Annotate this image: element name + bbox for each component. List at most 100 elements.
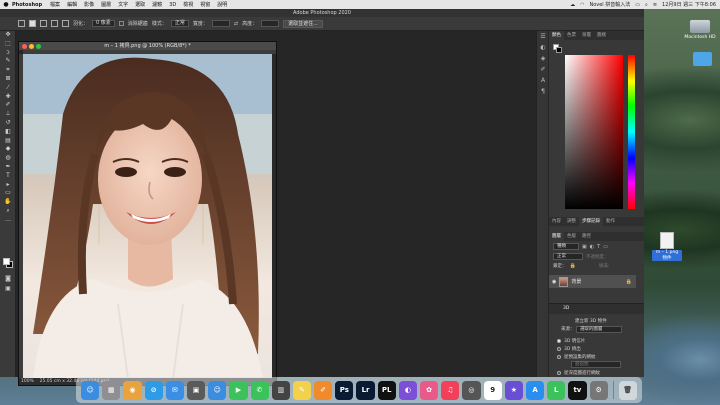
panel-character-icon[interactable]: A [537,75,549,86]
dock-siri-icon[interactable]: ◐ [398,380,417,400]
dock-calendar-icon[interactable]: 9 [483,380,502,400]
app-menu[interactable]: Photoshop [12,2,42,8]
foreground-color-swatch[interactable] [3,258,10,265]
style-select[interactable]: 正常 [170,20,189,27]
quick-mask-icon[interactable]: ◙ [0,275,16,284]
hue-slider[interactable] [628,55,635,209]
lasso-tool-icon[interactable]: ↄ [0,49,16,58]
panel-paragraph-icon[interactable]: ¶ [537,86,549,97]
menu-window[interactable]: 視窗 [200,1,210,8]
more-tools-icon[interactable]: … [0,216,16,225]
select-and-mask-button[interactable]: 選取並遮住... [283,19,323,28]
option-extrusion[interactable]: 3D 擠出 [557,346,581,352]
dock-settings-icon[interactable]: ⚙ [589,380,608,400]
tab-swatches[interactable]: 色票 [564,31,579,40]
dock-line-icon[interactable]: L [547,380,566,400]
dock-messages-icon[interactable]: ✆ [250,380,269,400]
menu-file[interactable]: 檔案 [50,1,60,8]
desktop-icon-macintosh-hd[interactable]: Macintosh HD [682,20,718,40]
tab-history[interactable]: 步驟記錄 [579,217,603,226]
filter-type-icon[interactable]: T [597,244,600,250]
layer-row-background[interactable]: ◉ 背景 🔒 [549,275,636,288]
radio-postcard[interactable] [557,338,561,343]
dock-lightroom-icon[interactable]: Lr [356,380,375,400]
gradient-tool-icon[interactable]: ▤ [0,137,16,146]
option-preset-mesh[interactable]: 從預設集的網紋 [557,354,596,360]
tab-color[interactable]: 顏色 [549,31,564,40]
frame-tool-icon[interactable]: ⊠ [0,75,16,84]
dock-photos-icon[interactable]: ✿ [420,380,439,400]
dock-chrome-icon[interactable]: ◉ [123,380,142,400]
minimize-button[interactable] [29,43,34,49]
add-selection-icon[interactable] [40,20,47,27]
input-method-label[interactable]: Novel 拼音輸入法 [589,1,630,8]
filter-pixel-icon[interactable]: ▣ [582,244,587,250]
menu-view[interactable]: 檢視 [183,1,193,8]
feather-input[interactable]: 0 像素 [92,20,115,27]
document-window[interactable]: m – 1 拷貝.png @ 100% (RGB/8*) * 100% 25.0… [18,41,277,386]
blend-mode-select[interactable]: 正常 [553,253,583,260]
radio-extrusion[interactable] [557,346,561,351]
new-selection-icon[interactable] [29,20,36,27]
height-input[interactable] [261,20,280,27]
menu-3d[interactable]: 3D [169,2,176,8]
apple-icon[interactable]: ● [0,1,12,8]
intersect-selection-icon[interactable] [62,20,69,27]
menubar-clock[interactable]: 12月9日 週三 下午8:06 [662,1,716,8]
hand-tool-icon[interactable]: ✋ [0,198,16,207]
dock-appletv-icon[interactable]: tv [568,380,587,400]
visibility-eye-icon[interactable]: ◉ [552,279,556,285]
dock-finder-2-icon[interactable]: ☺ [208,380,227,400]
creative-cloud-icon[interactable]: ☁ [570,2,575,8]
battery-icon[interactable]: ▭ [635,2,640,8]
menu-image[interactable]: 影像 [84,1,94,8]
3d-panel-title[interactable]: 3D [549,304,644,314]
tab-actions[interactable]: 動作 [603,217,618,226]
dock-camera-icon[interactable]: ◎ [462,380,481,400]
close-button[interactable] [22,43,27,49]
option-depth-map[interactable]: 從深度圖進行網紋 [557,370,600,376]
menu-filter[interactable]: 濾鏡 [152,1,162,8]
crop-tool-icon[interactable]: ⌗ [0,66,16,75]
dock-facetime-icon[interactable]: ▶ [229,380,248,400]
dock-safari-icon[interactable]: ⊘ [144,380,163,400]
document-title[interactable]: m – 1 拷貝.png @ 100% (RGB/8*) * [19,42,276,50]
width-input[interactable] [211,20,230,27]
radio-depth-map[interactable] [557,370,561,375]
dock-finder-icon[interactable]: ☺ [81,380,100,400]
panel-history-icon[interactable]: ☰ [537,31,549,42]
blur-tool-icon[interactable]: ◆ [0,145,16,154]
marquee-tool-icon[interactable]: ⬚ [0,40,16,49]
filter-shape-icon[interactable]: ▭ [603,244,608,250]
dock-pages-icon[interactable]: ✐ [314,380,333,400]
radio-preset-mesh[interactable] [557,354,561,359]
preset-select[interactable]: 甜甜圈 [571,361,621,368]
tab-paths[interactable]: 路徑 [579,232,594,241]
zoom-button[interactable] [36,43,41,49]
canvas-image[interactable] [23,54,272,379]
spotlight-icon[interactable]: ⌕ [645,2,648,8]
tab-channels[interactable]: 色版 [564,232,579,241]
menu-type[interactable]: 文字 [118,1,128,8]
dock-pl-icon[interactable]: PL [377,380,396,400]
dodge-tool-icon[interactable]: ◍ [0,154,16,163]
swap-icon[interactable]: ⇄ [234,21,238,27]
panel-styles-icon[interactable]: ◈ [537,53,549,64]
color-picker-field[interactable] [565,55,623,209]
menu-edit[interactable]: 編輯 [67,1,77,8]
eraser-tool-icon[interactable]: ◧ [0,128,16,137]
desktop-icon-file[interactable]: m – 1.png 物件 [652,232,682,261]
history-brush-tool-icon[interactable]: ↺ [0,119,16,128]
source-select[interactable]: 選取的圖層 [575,326,622,333]
panel-bg-swatch[interactable] [556,47,562,53]
marquee-tool-preset-icon[interactable] [18,20,25,27]
dock-music-icon[interactable]: ♫ [441,380,460,400]
tab-properties[interactable]: 內容 [549,217,564,226]
brush-tool-icon[interactable]: ✐ [0,101,16,110]
zoom-level[interactable]: 100% [21,379,34,384]
tab-adjustments[interactable]: 調整 [564,217,579,226]
tab-gradients[interactable]: 漸層 [579,31,594,40]
menu-layer[interactable]: 圖層 [101,1,111,8]
option-postcard[interactable]: 3D 明信片 [557,338,585,344]
healing-tool-icon[interactable]: ✚ [0,93,16,102]
